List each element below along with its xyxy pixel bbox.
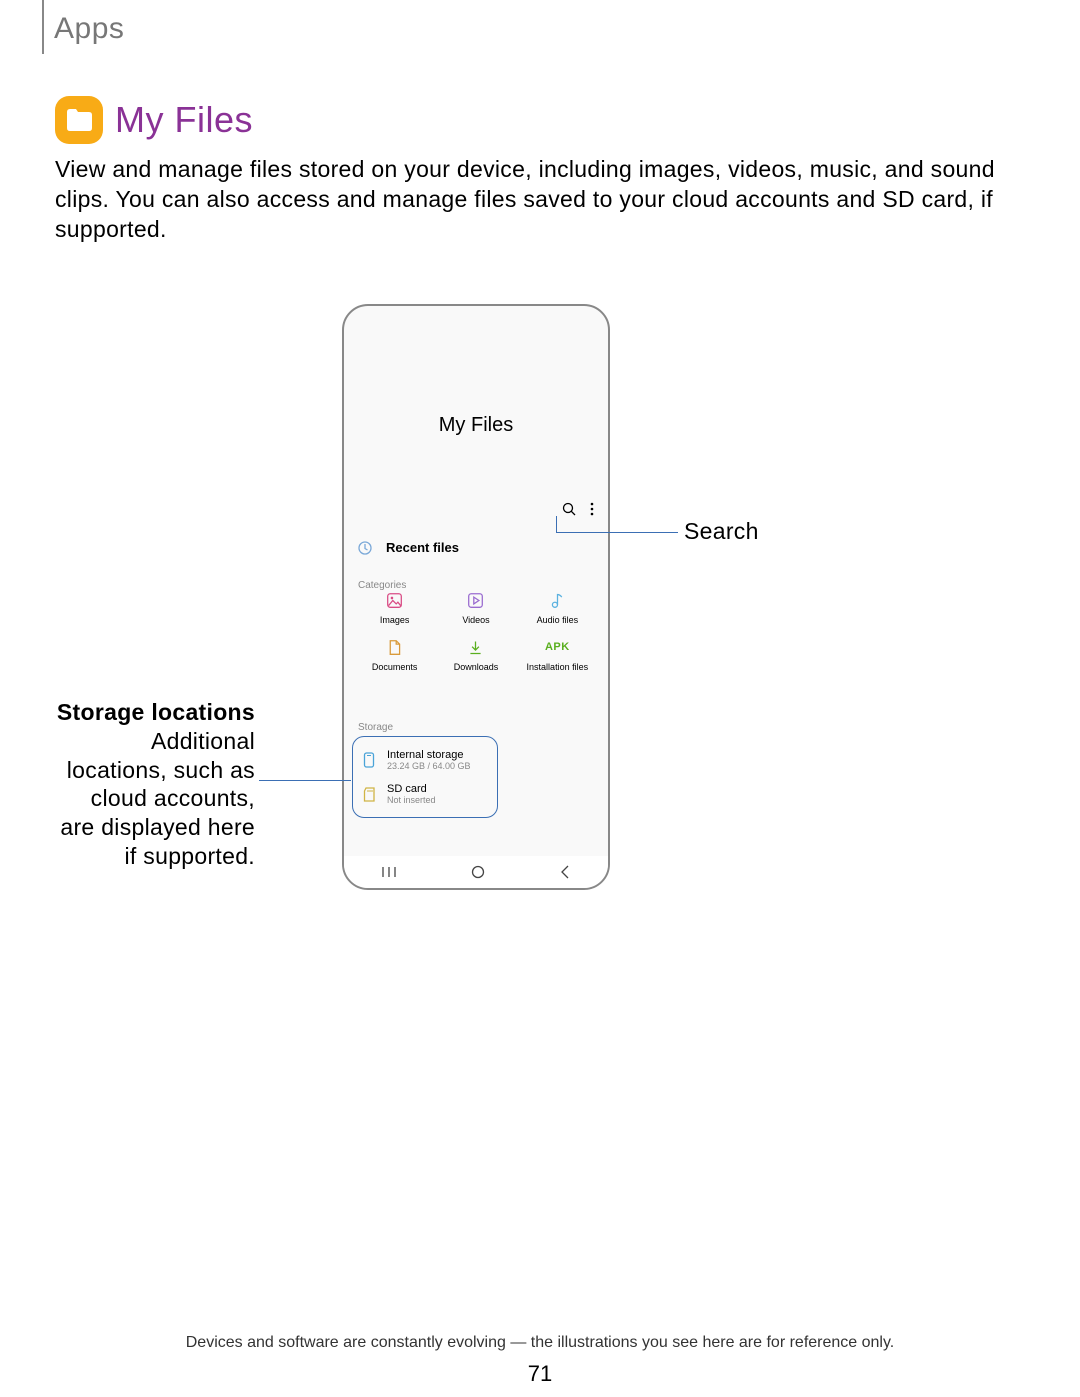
nav-home-icon[interactable] <box>471 865 485 879</box>
storage-internal[interactable]: Internal storage 23.24 GB / 64.00 GB <box>353 743 497 777</box>
section-breadcrumb: Apps <box>54 12 124 46</box>
folder-icon <box>65 108 93 132</box>
category-installation-files[interactable]: APK Installation files <box>517 639 598 672</box>
section-description: View and manage files stored on your dev… <box>55 155 1025 245</box>
music-icon <box>549 592 566 609</box>
storage-section-label: Storage <box>358 722 393 733</box>
categories-grid: Images Videos Audio files <box>354 592 598 672</box>
search-icon[interactable] <box>562 502 576 516</box>
callout-search-label: Search <box>684 518 759 545</box>
category-audio[interactable]: Audio files <box>517 592 598 625</box>
phone-storage-icon <box>363 752 375 768</box>
nav-recents-icon[interactable] <box>382 866 396 878</box>
category-images[interactable]: Images <box>354 592 435 625</box>
callout-storage-title: Storage locations <box>57 699 255 725</box>
callout-storage-body: Additional locations, such as cloud acco… <box>60 728 255 869</box>
download-icon <box>467 639 484 656</box>
document-icon <box>387 639 402 656</box>
section-title: My Files <box>115 99 253 141</box>
callout-line <box>556 532 678 533</box>
more-icon[interactable] <box>590 502 594 516</box>
section-title-row: My Files <box>55 96 253 144</box>
category-documents[interactable]: Documents <box>354 639 435 672</box>
recent-files-row[interactable]: Recent files <box>358 540 459 555</box>
app-title: My Files <box>344 414 608 437</box>
navigation-bar <box>344 856 608 888</box>
clock-icon <box>358 541 372 555</box>
page-number: 71 <box>0 1361 1080 1387</box>
action-bar <box>562 502 594 516</box>
recent-files-label: Recent files <box>386 540 459 555</box>
nav-back-icon[interactable] <box>560 865 570 879</box>
apk-icon: APK <box>545 639 570 656</box>
category-videos[interactable]: Videos <box>435 592 516 625</box>
phone-screenshot: My Files Recent files Categories <box>342 304 610 890</box>
callout-line <box>259 780 351 781</box>
header-rule <box>42 0 44 54</box>
video-icon <box>467 592 484 609</box>
callout-storage: Storage locations Additional locations, … <box>55 698 255 871</box>
storage-sd-card[interactable]: SD card Not inserted <box>353 777 497 811</box>
callout-line <box>556 516 557 532</box>
footer-disclaimer: Devices and software are constantly evol… <box>0 1334 1080 1352</box>
image-icon <box>386 592 403 609</box>
storage-locations-highlight: Internal storage 23.24 GB / 64.00 GB SD … <box>352 736 498 818</box>
categories-label: Categories <box>358 580 406 591</box>
sd-card-icon <box>363 787 376 802</box>
category-downloads[interactable]: Downloads <box>435 639 516 672</box>
my-files-app-icon <box>55 96 103 144</box>
